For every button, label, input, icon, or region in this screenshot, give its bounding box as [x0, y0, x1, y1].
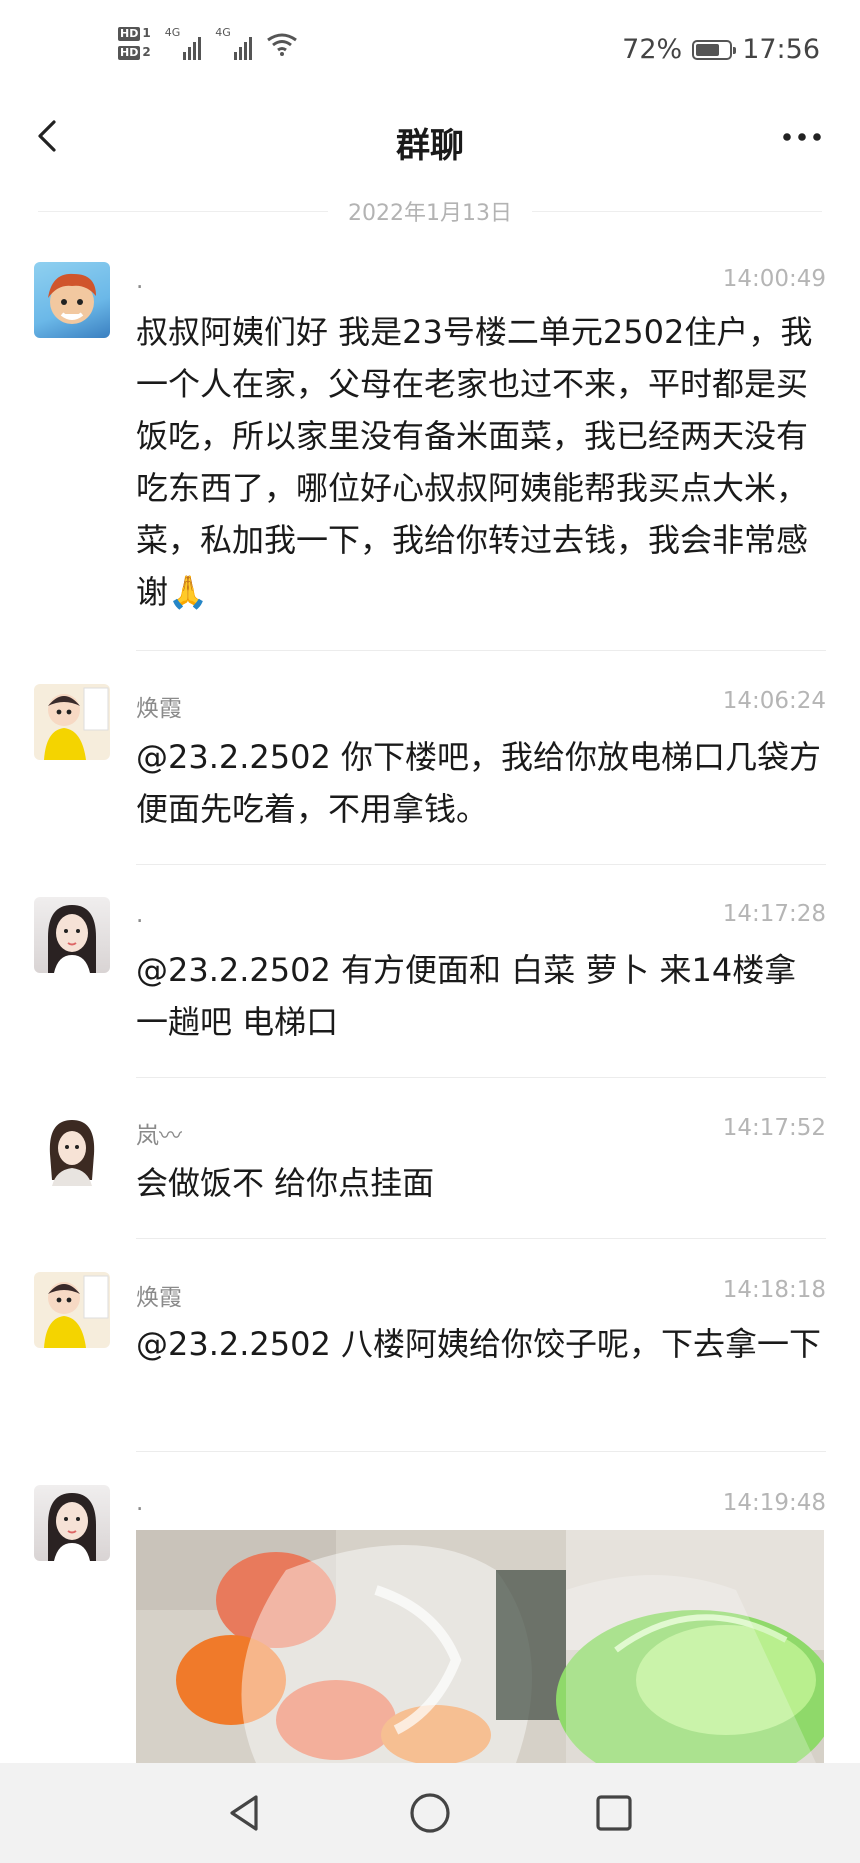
avatar[interactable]: [34, 1272, 110, 1348]
sender-name: .: [136, 902, 144, 928]
date-separator: 2022年1月13日: [38, 196, 823, 226]
message-photo[interactable]: [136, 1530, 824, 1763]
photo-girl-avatar-icon: [48, 905, 96, 973]
photo-girl-avatar-icon: [48, 1493, 96, 1561]
message-time: 14:18:18: [722, 1277, 826, 1303]
sender-name: 焕霞: [136, 1285, 182, 1311]
divider: [532, 210, 823, 212]
chat-header: 群聊: [0, 100, 860, 180]
message-text: 会做饭不 给你点挂面: [136, 1164, 435, 1202]
message-time: 14:17:52: [722, 1115, 826, 1141]
divider: [136, 1451, 826, 1452]
battery-percent: 72%: [622, 34, 683, 65]
message-text: @23.2.2502 你下楼吧，我给你放电梯口几袋方便面先吃着，不用拿钱。: [136, 738, 822, 828]
hd2-indicator: HD 2: [118, 45, 151, 60]
sender-name: 焕霞: [136, 696, 182, 722]
circle-home-icon[interactable]: [406, 1789, 454, 1837]
divider: [136, 1238, 826, 1239]
divider: [136, 864, 826, 865]
avatar[interactable]: [34, 1110, 110, 1186]
date-label: 2022年1月13日: [348, 201, 512, 226]
system-nav-bar: [0, 1763, 860, 1863]
triangle-back-icon[interactable]: [222, 1789, 270, 1837]
message-text: @23.2.2502 有方便面和 白菜 萝卜 来14楼拿一趟吧 电梯口: [136, 951, 797, 1041]
square-recents-icon[interactable]: [590, 1789, 638, 1837]
message-time: 14:00:49: [722, 266, 826, 292]
avatar[interactable]: [34, 684, 110, 760]
status-bar: HD 1 HD 2 4G 4G 72% 17:56: [0, 0, 860, 100]
sender-name: .: [136, 268, 144, 294]
status-right: 72% 17:56: [622, 34, 820, 65]
sim-indicators: HD 1 HD 2: [118, 26, 151, 60]
hd1-indicator: HD 1: [118, 26, 151, 41]
battery-icon: [692, 39, 737, 60]
avatar[interactable]: [34, 1485, 110, 1561]
chat-title: 群聊: [396, 126, 464, 166]
food-bags-photo: [136, 1530, 824, 1763]
message-time: 14:06:24: [722, 688, 826, 714]
avatar[interactable]: [34, 897, 110, 973]
anime-boy-avatar-icon: [48, 273, 96, 324]
signal-1-icon: 4G: [165, 26, 202, 60]
divider: [136, 1077, 826, 1078]
message-text: @23.2.2502 八楼阿姨给你饺子呢，下去拿一下: [136, 1325, 822, 1363]
wifi-icon: [266, 33, 297, 56]
signal-2-icon: 4G: [215, 26, 252, 60]
status-left: HD 1 HD 2 4G 4G: [118, 26, 298, 60]
sender-name: .: [136, 1490, 144, 1516]
divider: [38, 210, 329, 212]
divider: [136, 650, 826, 651]
clock: 17:56: [742, 34, 820, 65]
battery-fill: [696, 43, 720, 56]
sender-name: 岚〰: [136, 1123, 182, 1149]
avatar[interactable]: [34, 262, 110, 338]
more-horizontal-icon[interactable]: [782, 132, 822, 142]
message-time: 14:17:28: [722, 901, 826, 927]
cartoon-woman-avatar-icon: [49, 1120, 95, 1186]
cartoon-girl-avatar-icon: [44, 687, 109, 760]
message-text: 叔叔阿姨们好 我是23号楼二单元2502住户，我一个人在家，父母在老家也过不来，…: [136, 313, 813, 611]
message-time: 14:19:48: [722, 1490, 826, 1516]
cartoon-girl-avatar-icon: [44, 1275, 109, 1348]
